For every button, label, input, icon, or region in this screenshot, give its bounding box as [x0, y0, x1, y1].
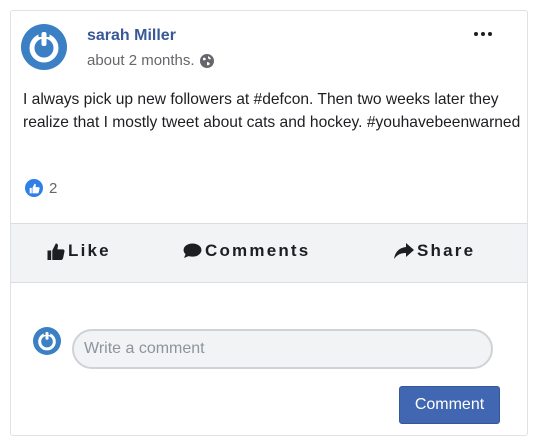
- more-options-button[interactable]: [471, 27, 495, 41]
- share-label: Share: [417, 241, 476, 260]
- thumbs-up-icon: [47, 243, 65, 260]
- reaction-summary[interactable]: 2: [25, 179, 57, 197]
- post-header: sarah Miller about 2 months.: [21, 24, 521, 74]
- comment-submit-button[interactable]: Comment: [399, 386, 500, 424]
- dot-icon: [474, 32, 478, 36]
- reaction-count: 2: [49, 179, 58, 197]
- share-icon: [394, 242, 414, 260]
- comments-button[interactable]: Comments: [183, 241, 310, 261]
- dot-icon: [488, 32, 492, 36]
- author-name[interactable]: sarah Miller: [87, 27, 176, 45]
- comments-label: Comments: [205, 241, 311, 260]
- avatar[interactable]: [21, 24, 67, 70]
- like-icon: [25, 179, 43, 197]
- dot-icon: [481, 32, 485, 36]
- post-timestamp[interactable]: about 2 months.: [87, 52, 195, 69]
- like-button[interactable]: Like: [47, 241, 111, 261]
- avatar[interactable]: [33, 327, 61, 355]
- globe-icon: [199, 53, 214, 68]
- comment-icon: [183, 243, 202, 259]
- post-card: sarah Miller about 2 months. I always pi…: [10, 10, 528, 436]
- share-button[interactable]: Share: [394, 241, 475, 261]
- post-meta: about 2 months.: [87, 52, 214, 69]
- comment-section: Comment: [11, 283, 527, 435]
- action-bar: Like Comments Share: [11, 224, 527, 282]
- comment-input[interactable]: [72, 329, 493, 369]
- post-text: I always pick up new followers at #defco…: [23, 91, 521, 131]
- like-label: Like: [68, 241, 111, 260]
